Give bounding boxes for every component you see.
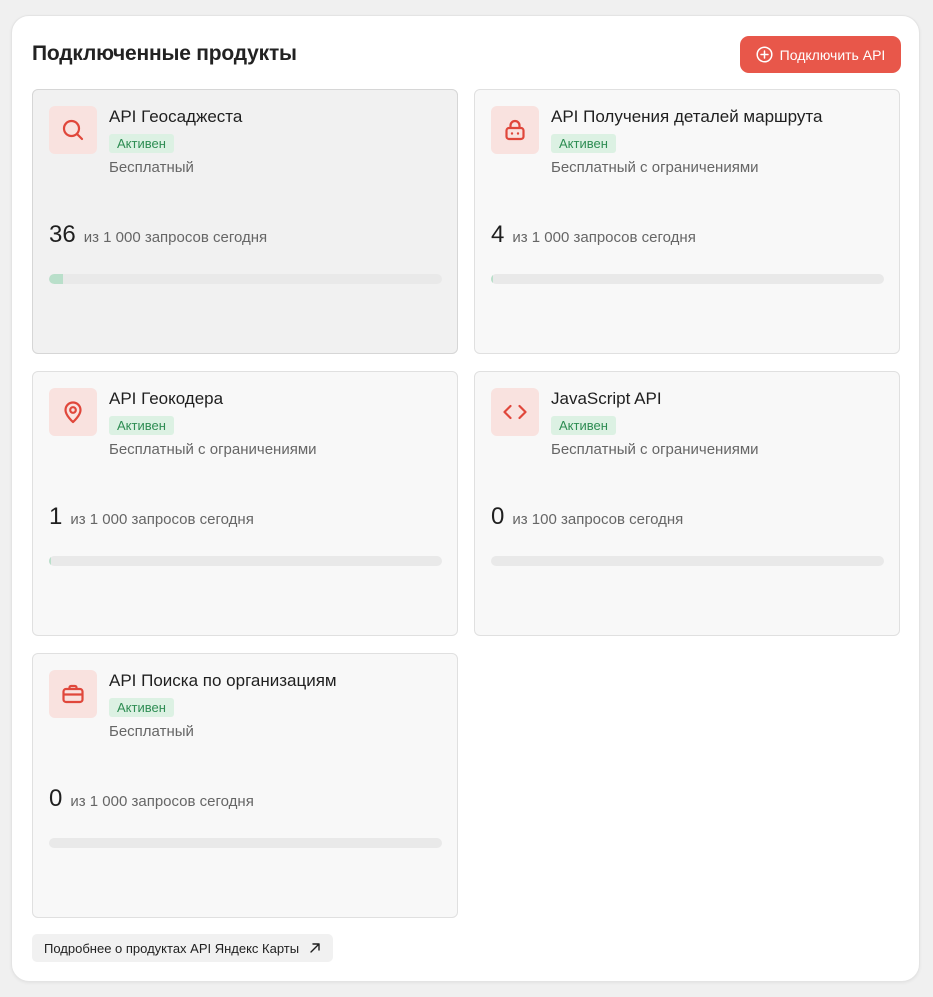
usage-progress-fill [49,556,51,566]
product-icon-tile [49,106,97,154]
more-about-products-link[interactable]: Подробнее о продуктах API Яндекс Карты [32,934,334,962]
usage-progress-bar [491,556,884,566]
product-card-geocoder[interactable]: API Геокодера Активен Бесплатный с огран… [32,371,458,636]
usage-limit: из 1 000 запросов сегодня [70,511,254,528]
briefcase-icon [62,684,84,704]
usage-progress-fill [49,274,64,284]
product-card-organization-search[interactable]: API Поиска по организациям Активен Беспл… [32,653,458,918]
product-card-geosuggest[interactable]: API Геосаджеста Активен Бесплатный 36 из… [32,89,458,354]
product-plan: Бесплатный с ограничениями [551,441,759,458]
product-name: API Геосаджеста [109,107,243,126]
map-pin-icon [64,401,82,424]
status-badge: Активен [109,698,174,717]
page-title: Подключенные продукты [32,42,297,65]
product-name: API Поиска по организациям [109,671,337,690]
connect-api-button[interactable]: Подключить API [740,36,901,73]
usage-summary: 1 из 1 000 запросов сегодня [49,503,254,531]
product-plan: Бесплатный [109,723,194,740]
product-plan: Бесплатный с ограничениями [551,159,759,176]
usage-count: 1 [49,503,63,530]
usage-summary: 0 из 1 000 запросов сегодня [49,785,254,813]
product-name: API Геокодера [109,389,224,408]
usage-count: 4 [491,221,505,248]
lock-icon [505,119,525,141]
plus-circle-icon [756,46,773,63]
product-card-javascript-api[interactable]: JavaScript API Активен Бесплатный с огра… [474,371,900,636]
usage-limit: из 1 000 запросов сегодня [83,229,268,246]
connected-products-panel: Подключенные продукты Подключить API API… [11,15,920,982]
code-brackets-icon [503,404,527,420]
product-plan: Бесплатный с ограничениями [109,441,317,458]
product-icon-tile [49,388,97,436]
usage-progress-bar [491,274,884,284]
usage-limit: из 1 000 запросов сегодня [70,793,254,810]
usage-progress-bar [49,838,442,848]
usage-count: 0 [49,785,63,812]
usage-progress-bar [49,556,442,566]
product-icon-tile [491,388,539,436]
status-badge: Активен [109,416,174,435]
more-about-products-label: Подробнее о продуктах API Яндекс Карты [44,940,300,956]
search-icon [62,119,84,141]
usage-progress-bar [49,274,442,284]
product-name: JavaScript API [551,389,662,408]
product-icon-tile [491,106,539,154]
usage-progress-fill [491,274,493,284]
usage-limit: из 100 запросов сегодня [512,511,684,528]
status-badge: Активен [551,416,616,435]
product-name: API Получения деталей маршрута [551,107,823,126]
usage-count: 36 [49,221,76,248]
usage-limit: из 1 000 запросов сегодня [512,229,696,246]
status-badge: Активен [109,134,174,153]
usage-count: 0 [491,503,505,530]
product-plan: Бесплатный [109,159,194,176]
connect-api-button-label: Подключить API [779,46,886,63]
product-icon-tile [49,670,97,718]
status-badge: Активен [551,134,616,153]
usage-summary: 0 из 100 запросов сегодня [491,503,683,531]
usage-summary: 36 из 1 000 запросов сегодня [49,221,267,249]
external-arrow-icon [310,943,320,953]
usage-summary: 4 из 1 000 запросов сегодня [491,221,696,249]
product-card-route-details[interactable]: API Получения деталей маршрута Активен Б… [474,89,900,354]
